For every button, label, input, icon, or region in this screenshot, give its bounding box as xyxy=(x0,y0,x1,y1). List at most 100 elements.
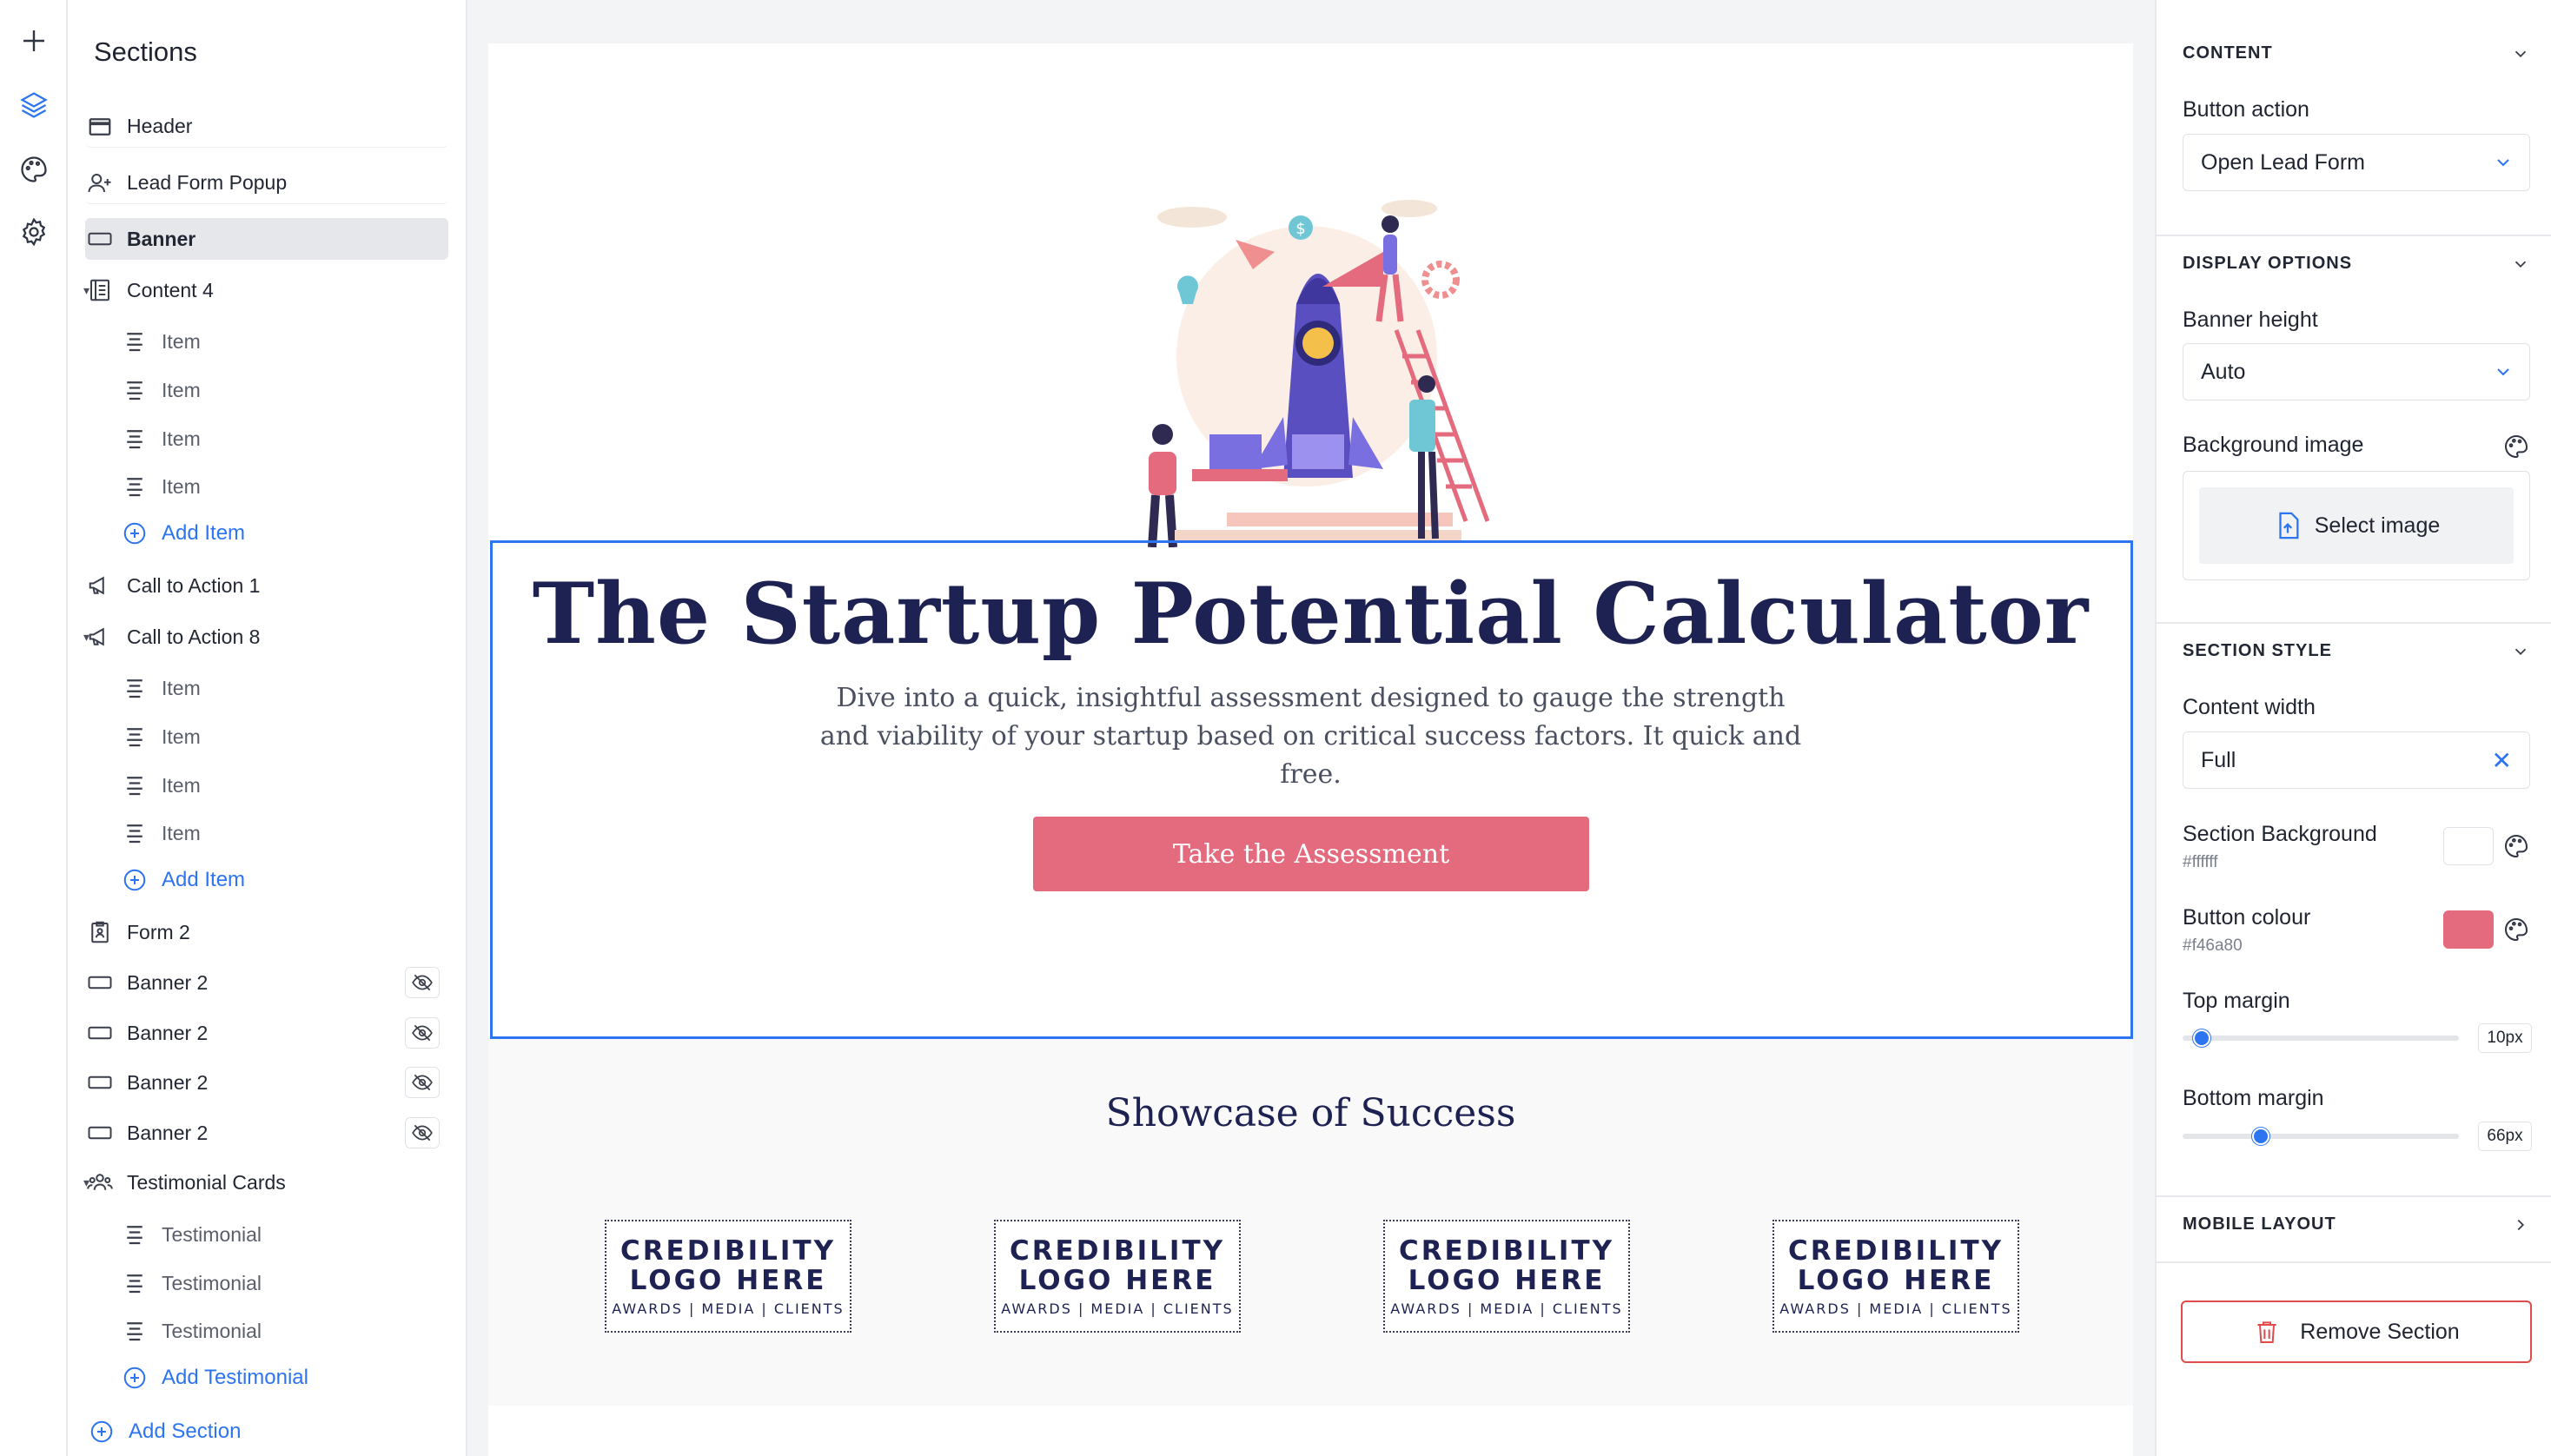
slider-thumb[interactable] xyxy=(2252,1128,2270,1145)
section-background-value: #ffffff xyxy=(2183,853,2218,871)
showcase-section[interactable]: Showcase of Success CREDIBILITY LOGO HER… xyxy=(488,1039,2133,1406)
hero-title[interactable]: The Startup Potential Calculator xyxy=(488,565,2133,663)
sidebar-item-label: Item xyxy=(162,773,201,797)
button-colour-swatch[interactable] xyxy=(2443,910,2494,949)
eye-off-icon[interactable] xyxy=(405,967,440,998)
display-options-header[interactable]: DISPLAY OPTIONS xyxy=(2183,254,2530,274)
add-section-button[interactable]: Add Section xyxy=(85,1411,448,1453)
layers-icon[interactable] xyxy=(12,83,56,127)
sidebar-item-banner-2[interactable]: Banner 2 xyxy=(85,1062,448,1103)
form-icon xyxy=(85,917,115,947)
sidebar-item-child[interactable]: Item xyxy=(85,764,448,806)
content-width-select[interactable]: Full ✕ xyxy=(2183,731,2530,789)
sidebar-item-lead-form-popup[interactable]: Lead Form Popup xyxy=(85,162,448,204)
style-heading: SECTION STYLE xyxy=(2183,641,2332,660)
select-image-label: Select image xyxy=(2314,513,2441,538)
clear-icon[interactable]: ✕ xyxy=(2492,746,2512,775)
sidebar-item-child[interactable]: Testimonial xyxy=(85,1262,448,1304)
logo-line-3: AWARDS | MEDIA | CLIENTS xyxy=(1390,1300,1623,1317)
sidebar-item-child[interactable]: Item xyxy=(85,321,448,362)
remove-section-label: Remove Section xyxy=(2300,1319,2460,1344)
top-margin-slider[interactable] xyxy=(2183,1029,2459,1047)
palette-icon[interactable] xyxy=(12,148,56,191)
caret-down-icon[interactable]: ▾ xyxy=(83,283,99,298)
sidebar-item-child[interactable]: Item xyxy=(85,466,448,507)
eye-off-icon[interactable] xyxy=(405,1067,440,1098)
section-style-header[interactable]: SECTION STYLE xyxy=(2183,641,2530,661)
sidebar-item-child[interactable]: Item xyxy=(85,716,448,758)
sidebar-item-child[interactable]: Item xyxy=(85,812,448,854)
add-item-label: Add Item xyxy=(162,521,246,545)
sidebar-item-call-to-action-1[interactable]: Call to Action 1 xyxy=(85,565,448,606)
sidebar-item-content-4[interactable]: ▾ Content 4 xyxy=(83,269,448,311)
logo-line-1: CREDIBILITY xyxy=(1009,1234,1226,1267)
sidebar-item-banner-2[interactable]: Banner 2 xyxy=(85,1012,448,1054)
rocket-illustration: $ xyxy=(1148,200,1490,547)
button-action-select[interactable]: Open Lead Form xyxy=(2183,134,2530,191)
text-align-icon xyxy=(120,1316,149,1346)
top-margin-value[interactable]: 10px xyxy=(2478,1023,2532,1053)
palette-icon[interactable] xyxy=(2502,916,2530,943)
plus-circle-icon xyxy=(87,1417,116,1446)
caret-down-icon[interactable]: ▾ xyxy=(83,630,99,645)
button-action-value: Open Lead Form xyxy=(2201,149,2365,175)
take-assessment-button[interactable]: Take the Assessment xyxy=(1033,817,1589,891)
text-align-icon xyxy=(120,818,149,848)
divider xyxy=(2157,1261,2551,1263)
caret-down-icon[interactable]: ▾ xyxy=(83,1175,99,1190)
divider xyxy=(2157,622,2551,624)
sidebar-item-label: Call to Action 8 xyxy=(127,625,261,648)
text-align-icon xyxy=(120,327,149,356)
add-testimonial-button[interactable]: Add Testimonial xyxy=(85,1357,448,1399)
button-colour-label: Button colour xyxy=(2183,905,2311,930)
credibility-logo: CREDIBILITY LOGO HERE AWARDS | MEDIA | C… xyxy=(605,1220,851,1333)
eye-off-icon[interactable] xyxy=(405,1017,440,1049)
sidebar-item-banner[interactable]: Banner xyxy=(85,218,448,260)
select-image-button[interactable]: Select image xyxy=(2199,487,2514,564)
display-heading: DISPLAY OPTIONS xyxy=(2183,254,2353,273)
sidebar-item-call-to-action-8[interactable]: ▾ Call to Action 8 xyxy=(83,616,448,658)
logo-line-3: AWARDS | MEDIA | CLIENTS xyxy=(1001,1300,1234,1317)
banner-height-select[interactable]: Auto xyxy=(2183,343,2530,400)
sidebar-item-label: Item xyxy=(162,725,201,748)
eye-off-icon[interactable] xyxy=(405,1117,440,1148)
sidebar-item-child[interactable]: Item xyxy=(85,418,448,460)
plus-icon[interactable] xyxy=(12,19,56,63)
mobile-layout-header[interactable]: MOBILE LAYOUT xyxy=(2183,1214,2530,1234)
icon-rail xyxy=(0,0,68,1456)
chevron-down-icon xyxy=(2515,50,2527,57)
sidebar-item-label: Lead Form Popup xyxy=(127,171,288,194)
credibility-logo: CREDIBILITY LOGO HERE AWARDS | MEDIA | C… xyxy=(994,1220,1241,1333)
bottom-margin-slider[interactable] xyxy=(2183,1128,2459,1145)
remove-section-button[interactable]: Remove Section xyxy=(2181,1300,2532,1363)
hero-subtitle[interactable]: Dive into a quick, insightful assessment… xyxy=(818,679,1803,794)
add-item-button[interactable]: Add Item xyxy=(85,513,448,554)
header-icon xyxy=(85,112,115,142)
settings-icon[interactable] xyxy=(12,210,56,254)
add-item-button[interactable]: Add Item xyxy=(85,859,448,901)
chevron-down-icon xyxy=(2497,368,2509,376)
sidebar-item-label: Item xyxy=(162,474,201,498)
sidebar-item-label: Item xyxy=(162,329,201,353)
add-testimonial-label: Add Testimonial xyxy=(162,1366,308,1389)
palette-icon[interactable] xyxy=(2502,433,2530,460)
sidebar-item-child[interactable]: Item xyxy=(85,667,448,709)
content-section-header[interactable]: CONTENT xyxy=(2183,43,2530,63)
palette-icon[interactable] xyxy=(2502,832,2530,860)
sidebar-item-child[interactable]: Testimonial xyxy=(85,1214,448,1255)
sidebar-item-child[interactable]: Testimonial xyxy=(85,1310,448,1352)
sidebar-item-banner-2[interactable]: Banner 2 xyxy=(85,1112,448,1154)
sidebar-item-label: Testimonial xyxy=(162,1271,262,1294)
bottom-margin-value[interactable]: 66px xyxy=(2478,1122,2532,1151)
slider-thumb[interactable] xyxy=(2192,1029,2210,1047)
sidebar-item-child[interactable]: Item xyxy=(85,369,448,411)
button-colour-value: #f46a80 xyxy=(2183,936,2243,955)
sidebar-item-header[interactable]: Header xyxy=(85,106,448,148)
text-align-icon xyxy=(120,472,149,501)
sidebar-item-banner-2[interactable]: Banner 2 xyxy=(85,962,448,1003)
sidebar-item-form-2[interactable]: Form 2 xyxy=(85,911,448,953)
section-background-swatch[interactable] xyxy=(2443,827,2494,865)
sidebar-item-testimonial-cards[interactable]: ▾ Testimonial Cards xyxy=(83,1161,448,1203)
text-align-icon xyxy=(120,1268,149,1298)
sidebar-item-label: Banner 2 xyxy=(127,970,209,994)
